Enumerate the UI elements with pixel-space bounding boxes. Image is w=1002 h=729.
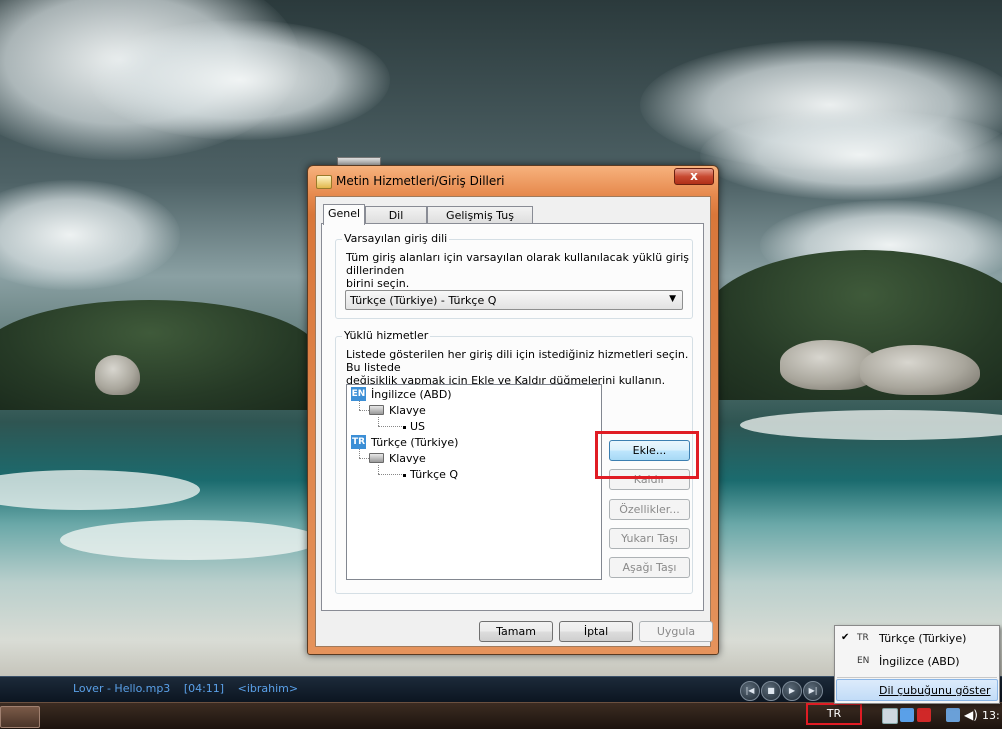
add-button-highlight [595,431,699,479]
monitor-icon[interactable] [946,708,960,722]
language-badge: TR [351,435,366,449]
installed-services-tree[interactable]: EN İngilizce (ABD) Klavye US TR Türkçe (… [346,384,602,580]
tree-node-label: İngilizce (ABD) [371,388,452,401]
tree-connector [378,474,404,475]
language-menu: ✔ TR Türkçe (Türkiye) EN İngilizce (ABD)… [834,625,1000,704]
language-code: EN [857,656,870,666]
language-code: TR [857,633,869,643]
tree-node-label: Klavye [389,404,426,417]
volume-icon[interactable]: ◀) [964,708,978,722]
user-icon[interactable] [900,708,914,722]
move-up-button[interactable]: Yukarı Taşı [609,528,690,549]
description-line: birini seçin. [346,277,410,290]
language-badge: EN [351,387,366,401]
tree-node-label: Türkçe (Türkiye) [371,436,459,449]
tree-connector [378,426,404,427]
move-down-button[interactable]: Aşağı Taşı [609,557,690,578]
group-description: Tüm giriş alanları için varsayılan olara… [346,251,691,290]
dialog-title: Metin Hizmetleri/Giriş Dilleri [336,174,505,188]
track-title: Lover - Hello.mp3 [73,682,171,695]
tree-node-label: Türkçe Q [410,468,459,481]
description-line: Listede gösterilen her giriş dili için i… [346,348,689,374]
track-artist-prefix: < [237,682,247,695]
dialog-client-area: Genel Dil Çubuğu Gelişmiş Tuş Ayarları V… [315,196,713,647]
now-playing-info: Lover - Hello.mp3 [04:11] <ibrahim> [73,682,308,695]
check-icon: ✔ [841,632,850,643]
tree-node-label: Klavye [389,452,426,465]
taskbar-button[interactable] [0,706,40,728]
play-pause-icon[interactable]: ▶ [782,681,802,701]
group-description: Listede gösterilen her giriş dili için i… [346,348,691,387]
tab-page-general: Varsayılan giriş dili Tüm giriş alanları… [321,223,704,611]
tree-connector [359,449,360,458]
close-button[interactable]: x [674,168,714,185]
chevron-down-icon: ▼ [669,294,676,304]
language-indicator[interactable]: TR [806,703,862,725]
clock[interactable]: 13: [982,709,1000,722]
keyboard-icon [369,453,384,463]
text-services-dialog: Metin Hizmetleri/Giriş Dilleri x Genel D… [307,165,719,655]
tree-connector [359,401,360,410]
menu-separator [837,677,997,678]
group-title: Yüklü hizmetler [342,329,431,342]
network-icon[interactable] [882,708,898,724]
tree-connector [359,458,369,459]
default-language-select[interactable]: Türkçe (Türkiye) - Türkçe Q ▼ [345,290,683,310]
antivirus-icon[interactable] [917,708,931,722]
tab-general[interactable]: Genel [323,204,365,225]
keyboard-icon [369,405,384,415]
tree-connector [378,417,379,426]
bullet-icon [403,426,406,429]
keyboard-app-icon [316,175,332,189]
group-title: Varsayılan giriş dili [342,232,450,245]
show-language-bar-item[interactable]: Dil çubuğunu göster [836,679,998,701]
tree-connector [359,410,369,411]
stop-icon[interactable]: ■ [761,681,781,701]
previous-icon[interactable]: |◀ [740,681,760,701]
tree-connector [378,465,379,474]
language-label: Türkçe (Türkiye) [879,632,967,645]
show-language-bar-label: Dil çubuğunu göster [879,684,991,697]
tree-node-label: US [410,420,426,433]
language-label: İngilizce (ABD) [879,655,960,668]
cancel-button[interactable]: İptal [559,621,633,642]
properties-button[interactable]: Özellikler... [609,499,690,520]
track-artist: ibrahim> [246,682,299,695]
ok-button[interactable]: Tamam [479,621,553,642]
language-menu-item-en[interactable]: EN İngilizce (ABD) [835,651,999,673]
selected-value: Türkçe (Türkiye) - Türkçe Q [350,294,497,307]
language-menu-item-tr[interactable]: ✔ TR Türkçe (Türkiye) [835,628,999,650]
track-duration: [04:11] [183,682,225,695]
next-icon[interactable]: ▶| [803,681,823,701]
description-line: Tüm giriş alanları için varsayılan olara… [346,251,690,277]
apply-button[interactable]: Uygula [639,621,713,642]
bullet-icon [403,474,406,477]
